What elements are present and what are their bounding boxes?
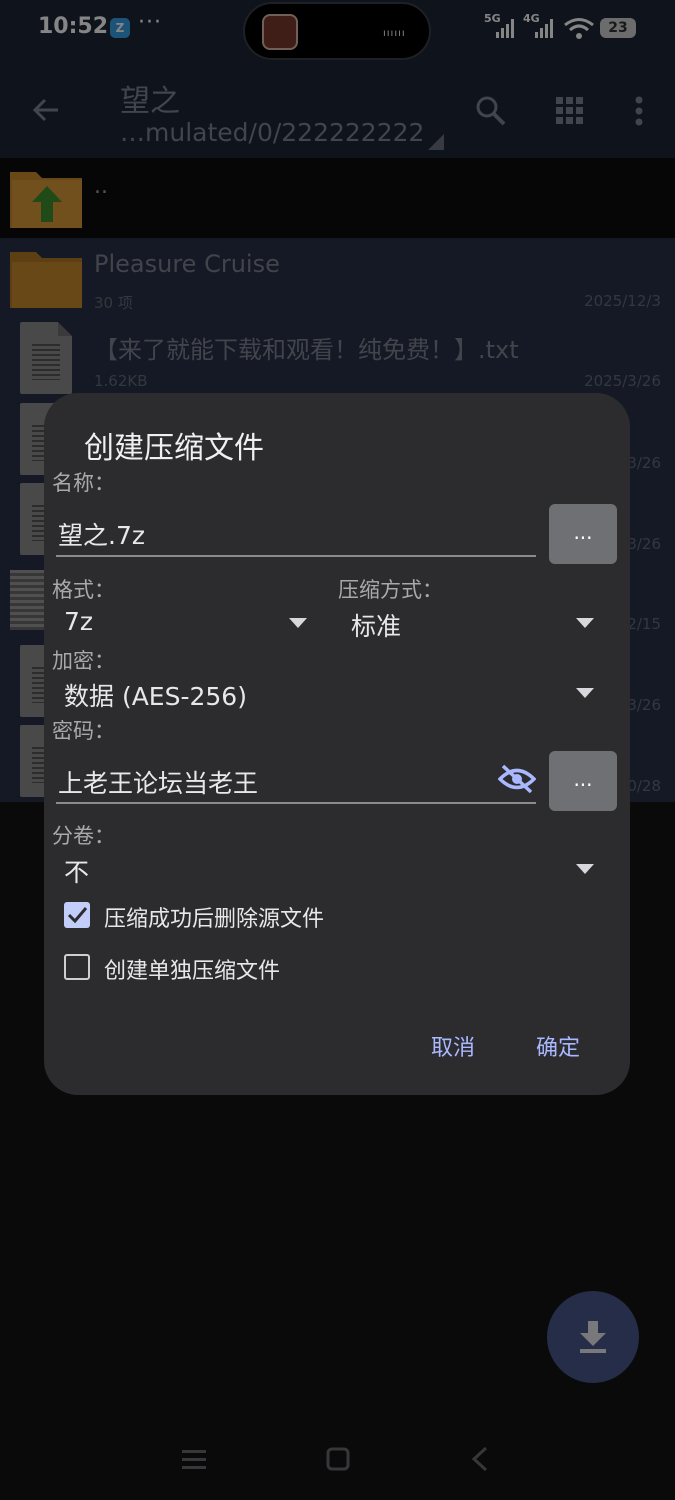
ok-button[interactable]: 确定 — [536, 1030, 580, 1062]
chevron-down-icon[interactable] — [576, 618, 594, 628]
cancel-button[interactable]: 取消 — [431, 1030, 475, 1062]
encrypt-select[interactable]: 数据 (AES-256) — [64, 677, 247, 713]
dialog-title: 创建压缩文件 — [84, 431, 264, 466]
format-label: 格式： — [52, 578, 115, 602]
method-select[interactable]: 标准 — [351, 607, 401, 643]
delete-source-option[interactable]: 压缩成功后删除源文件 — [62, 898, 482, 932]
delete-source-checkbox[interactable] — [64, 902, 90, 928]
password-options-button[interactable]: ... — [549, 751, 617, 811]
name-label: 名称： — [52, 471, 115, 495]
password-label: 密码： — [52, 719, 115, 743]
eye-off-icon[interactable] — [498, 764, 536, 794]
separate-archive-checkbox[interactable] — [64, 954, 90, 980]
split-select[interactable]: 不 — [64, 853, 89, 889]
chevron-down-icon[interactable] — [289, 618, 307, 628]
chevron-down-icon[interactable] — [576, 864, 594, 874]
name-browse-button[interactable]: ... — [549, 504, 617, 564]
encrypt-label: 加密： — [52, 649, 115, 673]
format-select[interactable]: 7z — [64, 607, 93, 636]
separate-archive-option[interactable]: 创建单独压缩文件 — [62, 950, 482, 984]
separate-archive-label: 创建单独压缩文件 — [104, 959, 281, 984]
password-input[interactable]: 上老王论坛当老王 — [58, 764, 258, 800]
name-input-underline — [56, 555, 536, 557]
delete-source-label: 压缩成功后删除源文件 — [104, 907, 325, 932]
create-archive-dialog: 创建压缩文件 名称： 望之.7z ... 格式： 7z 压缩方式： 标准 加密：… — [44, 393, 630, 1095]
chevron-down-icon[interactable] — [576, 688, 594, 698]
method-label: 压缩方式： — [338, 578, 443, 602]
password-input-underline — [56, 802, 536, 804]
name-input[interactable]: 望之.7z — [58, 516, 145, 552]
check-icon — [67, 907, 88, 924]
split-label: 分卷： — [52, 824, 115, 848]
